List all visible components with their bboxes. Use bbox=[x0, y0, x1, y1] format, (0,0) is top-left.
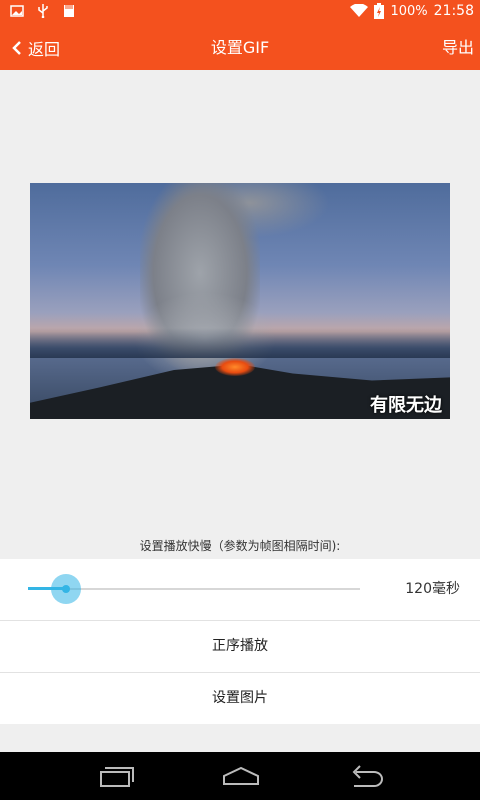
wifi-icon bbox=[350, 4, 369, 17]
play-order-button[interactable]: 正序播放 bbox=[0, 620, 480, 673]
status-bar: 100% 21:58 bbox=[0, 0, 480, 25]
export-button[interactable]: 导出 bbox=[442, 25, 474, 70]
app-bar: 设置GIF 返回 导出 bbox=[0, 25, 480, 70]
horizon-clouds bbox=[30, 328, 450, 358]
gif-preview: 有限无边 bbox=[30, 183, 450, 419]
system-nav-bar bbox=[0, 752, 480, 800]
back-nav-icon[interactable] bbox=[346, 762, 386, 790]
image-icon bbox=[10, 5, 24, 17]
preview-caption: 有限无边 bbox=[370, 395, 442, 416]
battery-percent: 100% bbox=[390, 3, 428, 19]
speed-row: 120毫秒 bbox=[0, 559, 480, 621]
page-title: 设置GIF bbox=[210, 38, 270, 57]
speed-hint: 设置播放快慢（参数为帧图相隔时间): bbox=[139, 539, 341, 553]
status-left-icons bbox=[10, 4, 76, 18]
speed-slider-thumb[interactable] bbox=[62, 585, 70, 593]
chevron-left-icon bbox=[12, 40, 21, 55]
lava-glow bbox=[215, 358, 255, 376]
back-button[interactable]: 返回 bbox=[12, 25, 60, 70]
usb-icon bbox=[38, 4, 48, 18]
controls-panel: 120毫秒 正序播放 设置图片 bbox=[0, 559, 480, 724]
clock: 21:58 bbox=[433, 3, 474, 19]
recent-apps-icon[interactable] bbox=[97, 762, 137, 790]
status-right: 100% 21:58 bbox=[350, 3, 474, 19]
speed-value: 120毫秒 bbox=[405, 581, 460, 597]
set-image-button[interactable]: 设置图片 bbox=[0, 672, 480, 724]
back-label: 返回 bbox=[28, 39, 61, 59]
home-icon[interactable] bbox=[221, 762, 261, 790]
sd-card-icon bbox=[64, 5, 74, 17]
battery-charging-icon bbox=[374, 3, 385, 19]
